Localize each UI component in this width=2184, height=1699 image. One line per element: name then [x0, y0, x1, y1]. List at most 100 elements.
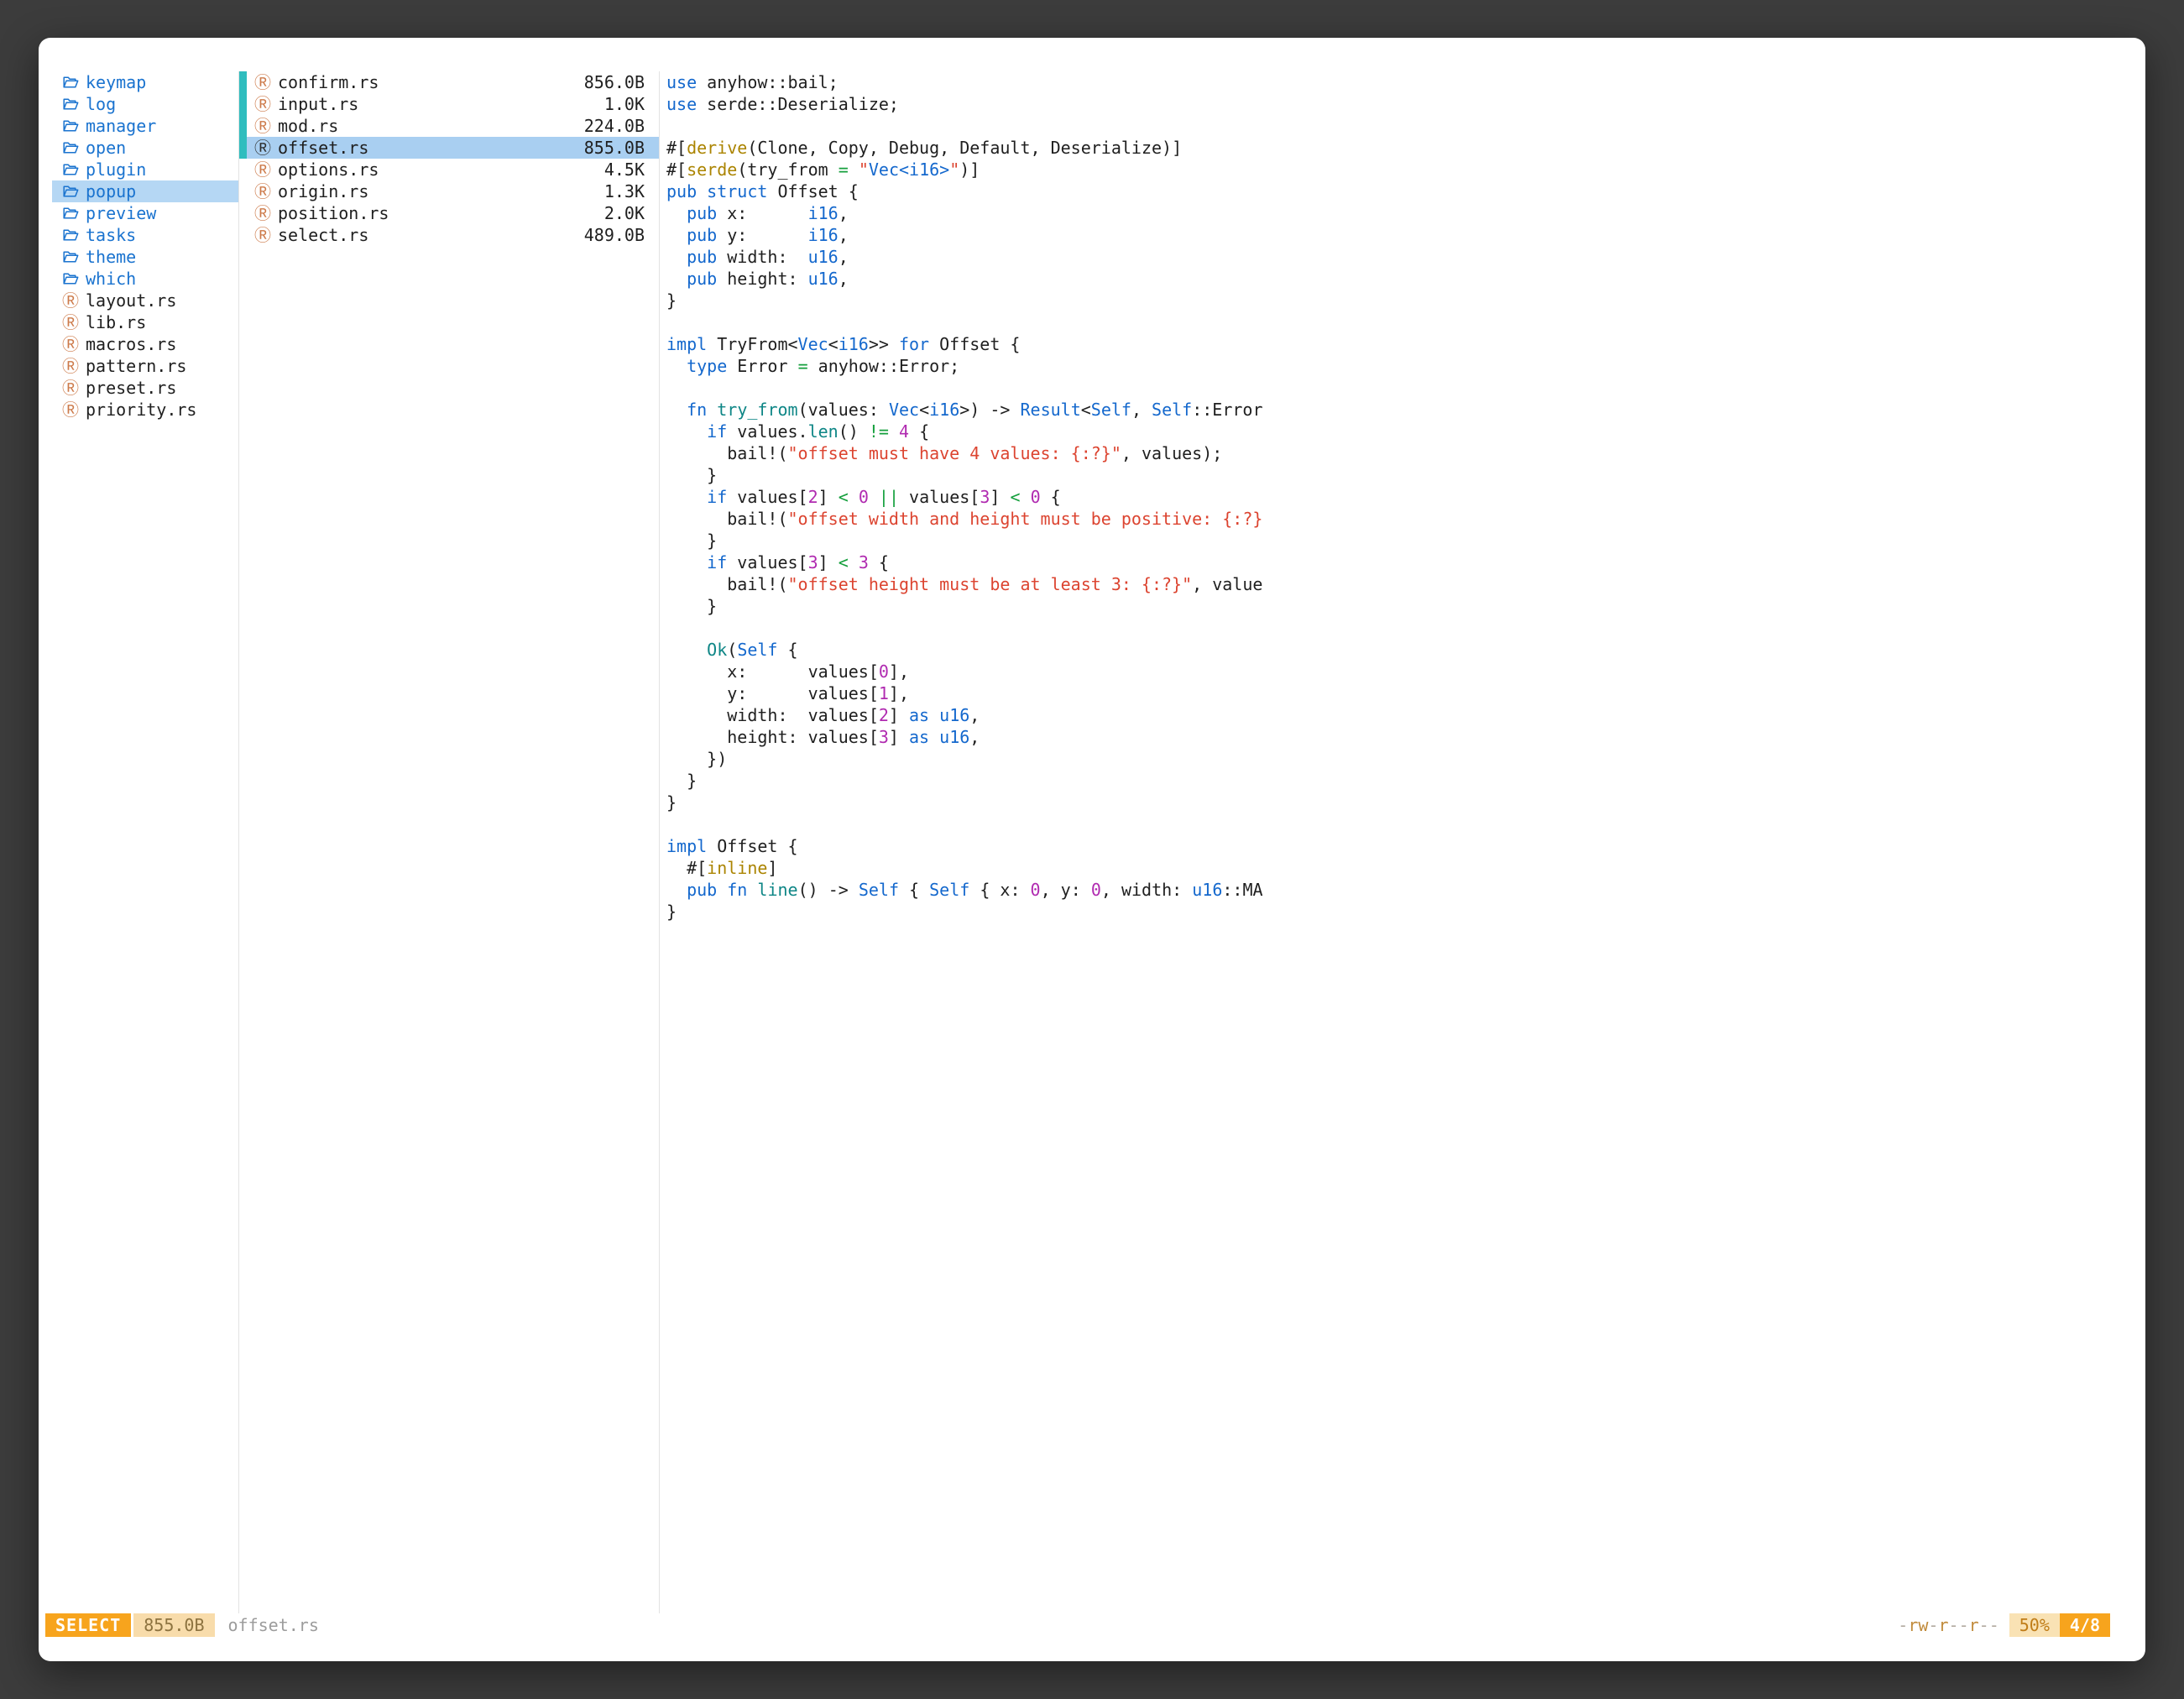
cursor-position-badge: 4/8 — [2060, 1613, 2110, 1637]
rust-file-icon: Ⓡ — [62, 358, 81, 374]
code-line: pub height: u16, — [666, 268, 2145, 290]
marked-indicator — [239, 93, 247, 115]
code-line: if values[3] < 3 { — [666, 552, 2145, 573]
item-name: preview — [86, 203, 156, 223]
parent-dir-item[interactable]: keymap — [52, 71, 238, 93]
code-line: type Error = anyhow::Error; — [666, 355, 2145, 377]
status-filename: offset.rs — [228, 1615, 319, 1635]
code-line: } — [666, 464, 2145, 486]
rust-file-icon: Ⓡ — [254, 74, 271, 91]
item-name: priority.rs — [86, 400, 196, 420]
item-name: which — [86, 269, 136, 289]
item-name: open — [86, 138, 126, 158]
marked-indicator — [239, 115, 247, 137]
file-row[interactable]: Ⓡinput.rs1.0K — [239, 93, 659, 115]
folder-open-icon — [62, 74, 81, 91]
code-line: pub x: i16, — [666, 202, 2145, 224]
parent-file-item[interactable]: Ⓡlib.rs — [52, 311, 238, 333]
parent-dir-item[interactable]: theme — [52, 246, 238, 268]
parent-file-item[interactable]: Ⓡpriority.rs — [52, 399, 238, 421]
rust-file-icon: Ⓡ — [254, 118, 271, 134]
file-row[interactable]: Ⓡoptions.rs4.5K — [239, 159, 659, 180]
marked-indicator — [239, 71, 247, 93]
file-name: select.rs — [278, 225, 584, 245]
file-row[interactable]: Ⓡposition.rs2.0K — [239, 202, 659, 224]
parent-dir-item[interactable]: open — [52, 137, 238, 159]
parent-dir-item[interactable]: preview — [52, 202, 238, 224]
code-line: #[inline] — [666, 857, 2145, 879]
code-line: if values[2] < 0 || values[3] < 0 { — [666, 486, 2145, 508]
rust-file-icon: Ⓡ — [254, 139, 271, 156]
parent-dir-item[interactable]: log — [52, 93, 238, 115]
folder-open-icon — [62, 227, 81, 243]
file-name: mod.rs — [278, 116, 584, 136]
item-name: tasks — [86, 225, 136, 245]
code-line: height: values[3] as u16, — [666, 726, 2145, 748]
code-line: } — [666, 901, 2145, 923]
rust-file-icon: Ⓡ — [62, 336, 81, 353]
item-name: layout.rs — [86, 290, 176, 311]
code-line: } — [666, 290, 2145, 311]
rust-file-icon: Ⓡ — [62, 292, 81, 309]
rust-file-icon: Ⓡ — [254, 96, 271, 112]
current-pane: Ⓡconfirm.rs856.0BⓇinput.rs1.0KⓇmod.rs224… — [238, 71, 660, 1613]
file-size-badge: 855.0B — [133, 1613, 214, 1637]
preview-pane: use anyhow::bail;use serde::Deserialize;… — [660, 71, 2145, 1613]
parent-file-item[interactable]: Ⓡmacros.rs — [52, 333, 238, 355]
file-row[interactable]: Ⓡconfirm.rs856.0B — [239, 71, 659, 93]
file-row[interactable]: Ⓡmod.rs224.0B — [239, 115, 659, 137]
file-preview-code: use anyhow::bail;use serde::Deserialize;… — [666, 71, 2145, 923]
file-size: 224.0B — [584, 116, 645, 136]
parent-file-item[interactable]: Ⓡpreset.rs — [52, 377, 238, 399]
code-line: fn try_from(values: Vec<i16>) -> Result<… — [666, 399, 2145, 421]
code-line — [666, 617, 2145, 639]
code-line: #[derive(Clone, Copy, Debug, Default, De… — [666, 137, 2145, 159]
file-name: offset.rs — [278, 138, 584, 158]
item-name: log — [86, 94, 116, 114]
code-line: }) — [666, 748, 2145, 770]
parent-dir-item[interactable]: plugin — [52, 159, 238, 180]
parent-file-item[interactable]: Ⓡlayout.rs — [52, 290, 238, 311]
code-line: bail!("offset height must be at least 3:… — [666, 573, 2145, 595]
file-row[interactable]: Ⓡoffset.rs855.0B — [239, 137, 659, 159]
rust-file-icon: Ⓡ — [62, 314, 81, 331]
item-name: macros.rs — [86, 334, 176, 354]
file-row[interactable]: Ⓡorigin.rs1.3K — [239, 180, 659, 202]
folder-open-icon — [62, 161, 81, 178]
code-line: } — [666, 770, 2145, 792]
code-line: x: values[0], — [666, 661, 2145, 682]
parent-dir-item[interactable]: manager — [52, 115, 238, 137]
rust-file-icon: Ⓡ — [254, 183, 271, 200]
status-bar: SELECT 855.0B offset.rs -rw-r--r-- 50% 4… — [45, 1613, 2110, 1637]
mode-badge: SELECT — [45, 1613, 131, 1637]
file-size: 489.0B — [584, 225, 645, 245]
file-size: 4.5K — [604, 159, 645, 180]
item-name: keymap — [86, 72, 146, 92]
code-line: #[serde(try_from = "Vec<i16>")] — [666, 159, 2145, 180]
file-size: 1.3K — [604, 181, 645, 201]
file-row[interactable]: Ⓡselect.rs489.0B — [239, 224, 659, 246]
item-name: lib.rs — [86, 312, 146, 332]
file-size: 1.0K — [604, 94, 645, 114]
file-name: options.rs — [278, 159, 604, 180]
rust-file-icon: Ⓡ — [254, 205, 271, 222]
parent-file-item[interactable]: Ⓡpattern.rs — [52, 355, 238, 377]
file-size: 855.0B — [584, 138, 645, 158]
code-line: pub width: u16, — [666, 246, 2145, 268]
folder-open-icon — [62, 139, 81, 156]
parent-dir-item[interactable]: tasks — [52, 224, 238, 246]
parent-pane: keymaplogmanageropenpluginpopuppreviewta… — [39, 71, 238, 1613]
parent-dir-item[interactable]: popup — [52, 180, 238, 202]
parent-dir-item[interactable]: which — [52, 268, 238, 290]
permissions-text: -rw-r--r-- — [1898, 1615, 1999, 1635]
file-name: confirm.rs — [278, 72, 584, 92]
folder-open-icon — [62, 183, 81, 200]
marked-indicator — [239, 137, 247, 159]
file-size: 2.0K — [604, 203, 645, 223]
code-line — [666, 115, 2145, 137]
item-name: pattern.rs — [86, 356, 186, 376]
code-line: use serde::Deserialize; — [666, 93, 2145, 115]
item-name: popup — [86, 181, 136, 201]
item-name: preset.rs — [86, 378, 176, 398]
code-line: } — [666, 595, 2145, 617]
